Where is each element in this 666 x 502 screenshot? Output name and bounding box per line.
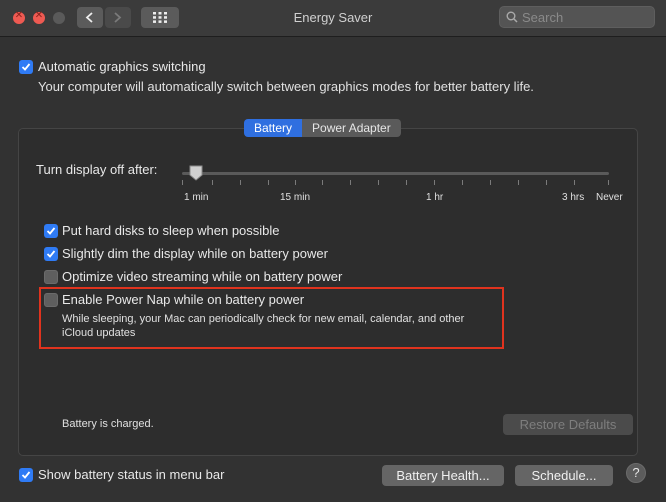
slider-tick <box>462 180 463 185</box>
slider-tick <box>295 180 296 185</box>
slider-tick <box>240 180 241 185</box>
tab-switcher: Battery Power Adapter <box>244 119 401 137</box>
checkmark-icon <box>46 227 56 235</box>
battery-status-text: Battery is charged. <box>62 418 154 430</box>
power-nap-label[interactable]: Enable Power Nap while on battery power <box>62 292 304 307</box>
slider-tick <box>268 180 269 185</box>
graphics-switching-label[interactable]: Automatic graphics switching <box>38 59 206 74</box>
slider-thumb[interactable] <box>189 165 203 181</box>
slider-tick <box>182 180 183 185</box>
graphics-switching-description: Your computer will automatically switch … <box>38 79 534 94</box>
power-nap-description-line2: iCloud updates <box>62 327 136 339</box>
slider-tick <box>212 180 213 185</box>
slider-tick <box>322 180 323 185</box>
display-off-slider[interactable] <box>182 172 609 175</box>
slider-tick <box>378 180 379 185</box>
power-nap-checkbox[interactable] <box>44 293 58 307</box>
hard-disk-sleep-label[interactable]: Put hard disks to sleep when possible <box>62 223 280 238</box>
tab-battery[interactable]: Battery <box>244 119 303 137</box>
restore-defaults-button[interactable]: Restore Defaults <box>503 414 633 435</box>
tick-label: 15 min <box>280 192 311 203</box>
search-icon <box>506 11 518 23</box>
video-streaming-label[interactable]: Optimize video streaming while on batter… <box>62 269 342 284</box>
slider-tick <box>574 180 575 185</box>
slider-tick <box>406 180 407 185</box>
schedule-button[interactable]: Schedule... <box>515 465 613 486</box>
dim-display-checkbox[interactable] <box>44 247 58 261</box>
slider-tick <box>608 180 609 185</box>
dim-display-label[interactable]: Slightly dim the display while on batter… <box>62 246 328 261</box>
tick-label: 3 hrs <box>562 192 585 203</box>
help-button[interactable]: ? <box>626 463 646 483</box>
slider-tick <box>434 180 435 185</box>
checkmark-icon <box>21 471 31 479</box>
slider-tick <box>350 180 351 185</box>
slider-tick <box>490 180 491 185</box>
menu-bar-status-label[interactable]: Show battery status in menu bar <box>38 467 224 482</box>
search-input[interactable] <box>522 7 650 27</box>
tab-power-adapter[interactable]: Power Adapter <box>302 119 401 137</box>
slider-tick <box>518 180 519 185</box>
display-off-label: Turn display off after: <box>36 162 158 177</box>
tick-label: Never <box>596 192 623 203</box>
menu-bar-status-checkbox[interactable] <box>19 468 33 482</box>
graphics-switching-checkbox[interactable] <box>19 60 33 74</box>
search-field[interactable] <box>499 6 655 28</box>
tick-label: 1 hr <box>426 192 444 203</box>
battery-health-button[interactable]: Battery Health... <box>382 465 504 486</box>
checkmark-icon <box>46 250 56 258</box>
checkmark-icon <box>21 63 31 71</box>
slider-tick <box>546 180 547 185</box>
power-nap-description-line1: While sleeping, your Mac can periodicall… <box>62 313 465 325</box>
video-streaming-checkbox[interactable] <box>44 270 58 284</box>
tick-label: 1 min <box>184 192 209 203</box>
title-bar: ✕ ✕ Energy Saver <box>0 0 666 37</box>
hard-disk-sleep-checkbox[interactable] <box>44 224 58 238</box>
